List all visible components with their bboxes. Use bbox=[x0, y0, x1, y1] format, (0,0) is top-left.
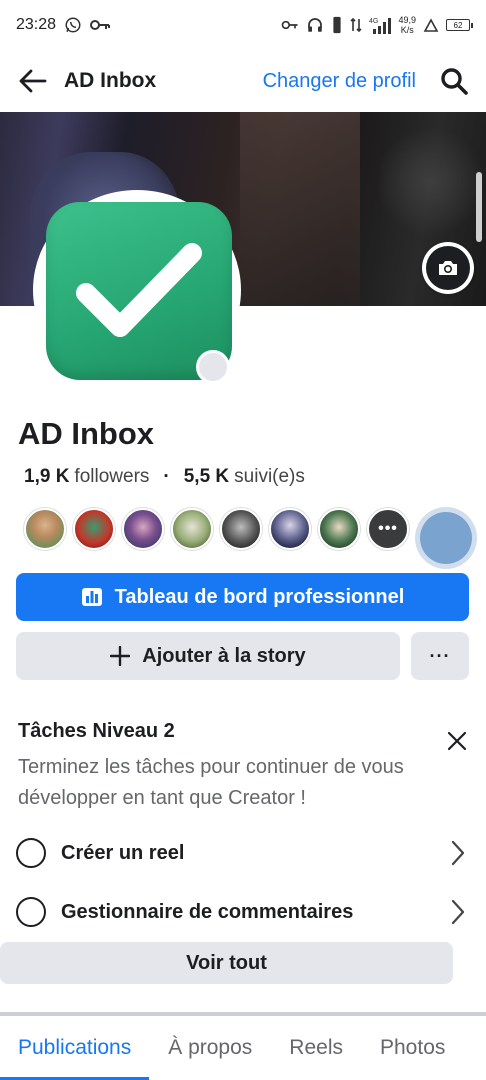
checkmark-icon bbox=[76, 243, 202, 337]
tasks-description: Terminez les tâches pour continuer de vo… bbox=[18, 756, 404, 809]
camera-icon-wrap bbox=[426, 246, 470, 290]
scrollbar[interactable] bbox=[476, 172, 482, 242]
network-speed: 49,9 K/s bbox=[398, 15, 416, 35]
see-all-button[interactable]: Voir tout bbox=[0, 942, 453, 984]
status-bar-right: 4G 49,9 K/s 62 bbox=[281, 15, 473, 35]
chevron-right-icon bbox=[446, 897, 470, 927]
battery-level: 62 bbox=[453, 20, 463, 30]
friend-avatar[interactable] bbox=[24, 508, 66, 550]
search-icon bbox=[441, 68, 468, 95]
add-to-story-button[interactable]: Ajouter à la story bbox=[16, 632, 400, 680]
profile-tabs: Publications À propos Reels Photos bbox=[0, 1016, 486, 1080]
professional-dashboard-label: Tableau de bord professionnel bbox=[114, 585, 405, 608]
task-label: Gestionnaire de commentaires bbox=[61, 900, 354, 923]
dashboard-chart-icon bbox=[81, 588, 102, 606]
back-button[interactable] bbox=[16, 64, 50, 98]
more-options-button[interactable]: ··· bbox=[411, 632, 469, 680]
tab-about[interactable]: À propos bbox=[168, 1016, 252, 1080]
following-count[interactable]: 5,5 K bbox=[184, 466, 229, 488]
top-nav: AD Inbox Changer de profil bbox=[0, 50, 486, 112]
chevron-right-icon bbox=[446, 838, 470, 868]
tasks-title: Tâches Niveau 2 bbox=[18, 720, 175, 742]
task-checkbox[interactable] bbox=[16, 838, 46, 868]
tab-photos[interactable]: Photos bbox=[380, 1016, 445, 1080]
friend-avatar[interactable] bbox=[318, 508, 360, 550]
arrow-left-icon bbox=[19, 69, 47, 93]
professional-dashboard-button[interactable]: Tableau de bord professionnel bbox=[16, 573, 469, 621]
wifi-off-icon bbox=[423, 17, 439, 33]
friend-avatar[interactable] bbox=[269, 508, 311, 550]
friend-avatar[interactable] bbox=[220, 508, 262, 550]
task-label: Créer un reel bbox=[61, 841, 185, 864]
close-tasks-button[interactable] bbox=[442, 726, 472, 756]
close-icon bbox=[447, 731, 467, 751]
floating-avatar-bubble[interactable] bbox=[420, 512, 472, 564]
followers-count[interactable]: 1,9 K bbox=[24, 466, 69, 488]
camera-icon bbox=[439, 261, 457, 275]
signal-icon: 4G bbox=[369, 16, 392, 34]
edit-cover-button[interactable] bbox=[422, 242, 474, 294]
tab-reels[interactable]: Reels bbox=[289, 1016, 343, 1080]
status-bar: 23:28 4G 49,9 K/s 62 bbox=[0, 0, 486, 50]
task-checkbox[interactable] bbox=[16, 897, 46, 927]
friend-avatar[interactable] bbox=[122, 508, 164, 550]
headphones-icon bbox=[306, 16, 324, 34]
add-to-story-label: Ajouter à la story bbox=[142, 644, 306, 667]
cover-door-shape bbox=[240, 112, 360, 306]
friend-avatar[interactable] bbox=[73, 508, 115, 550]
whatsapp-icon bbox=[64, 16, 82, 34]
network-speed-value: 49,9 bbox=[398, 15, 416, 25]
cover-light-shape bbox=[380, 122, 480, 242]
tab-publications[interactable]: Publications bbox=[0, 1016, 150, 1080]
more-friends-button[interactable]: ••• bbox=[367, 508, 409, 550]
stats-separator: · bbox=[163, 466, 170, 487]
friends-avatars: ••• bbox=[24, 508, 409, 550]
status-time: 23:28 bbox=[16, 16, 57, 33]
profile-stats: 1,9 K followers · 5,5 K suivi(e)s bbox=[24, 466, 305, 488]
avatar-badge[interactable] bbox=[196, 350, 230, 384]
followers-label[interactable]: followers bbox=[74, 466, 149, 488]
status-bar-left: 23:28 bbox=[16, 16, 111, 34]
page-title: AD Inbox bbox=[64, 69, 157, 92]
friend-avatar[interactable] bbox=[171, 508, 213, 550]
key-icon bbox=[90, 19, 111, 31]
vibrate-icon bbox=[331, 16, 343, 34]
switch-profile-link[interactable]: Changer de profil bbox=[263, 70, 416, 93]
search-button[interactable] bbox=[438, 65, 470, 97]
following-label[interactable]: suivi(e)s bbox=[234, 466, 305, 488]
profile-name: AD Inbox bbox=[18, 416, 155, 451]
task-item-create-reel[interactable]: Créer un reel bbox=[16, 831, 470, 875]
svg-text:4G: 4G bbox=[369, 18, 378, 25]
plus-icon bbox=[110, 646, 131, 666]
data-arrows-icon bbox=[350, 17, 363, 33]
battery-icon: 62 bbox=[446, 19, 473, 31]
key-icon bbox=[281, 20, 299, 30]
network-speed-unit: K/s bbox=[400, 25, 414, 35]
task-item-comments-manager[interactable]: Gestionnaire de commentaires bbox=[16, 890, 470, 934]
